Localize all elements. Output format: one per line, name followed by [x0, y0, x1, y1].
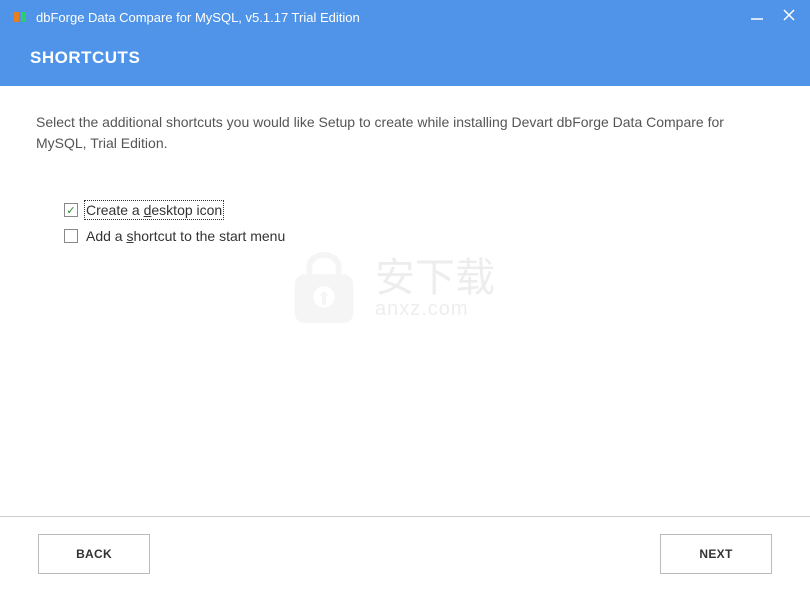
close-button[interactable] [780, 8, 798, 27]
titlebar: dbForge Data Compare for MySQL, v5.1.17 … [0, 0, 810, 34]
app-icon [12, 9, 28, 25]
checkbox-box[interactable] [64, 229, 78, 243]
checkbox-option-1[interactable]: Add a shortcut to the start menu [64, 228, 774, 244]
window-controls [748, 8, 798, 27]
checkbox-box[interactable]: ✓ [64, 203, 78, 217]
checkbox-label: Create a desktop icon [86, 202, 222, 218]
window-title: dbForge Data Compare for MySQL, v5.1.17 … [36, 10, 748, 25]
watermark-en: anxz.com [375, 298, 495, 321]
back-button[interactable]: BACK [38, 534, 150, 574]
checkbox-option-0[interactable]: ✓ Create a desktop icon [64, 202, 774, 218]
footer: BACK NEXT [0, 516, 810, 590]
content-area: Select the additional shortcuts you woul… [0, 86, 810, 280]
minimize-button[interactable] [748, 8, 766, 27]
next-button[interactable]: NEXT [660, 534, 772, 574]
description-text: Select the additional shortcuts you woul… [36, 112, 774, 154]
checkbox-label: Add a shortcut to the start menu [86, 228, 285, 244]
page-heading: SHORTCUTS [0, 34, 810, 86]
